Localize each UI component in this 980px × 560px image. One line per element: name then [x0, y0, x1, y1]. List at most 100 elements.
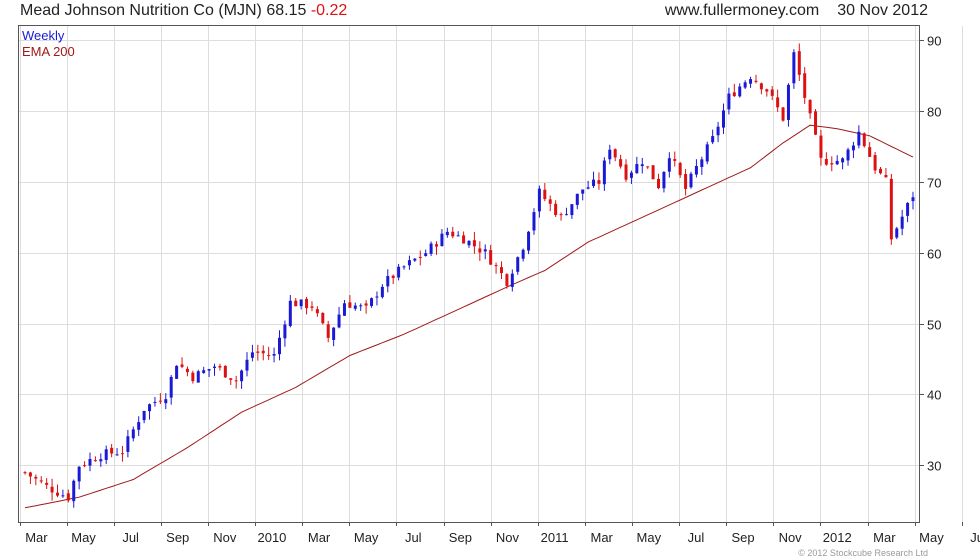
candle-down [559, 212, 563, 221]
x-tick-label: Mar [308, 530, 331, 545]
y-tick-label: 80 [927, 105, 941, 120]
candle-down [646, 166, 650, 169]
candle-up [716, 121, 720, 143]
candle-down [873, 151, 877, 174]
candle-down [110, 444, 114, 458]
candle-down [732, 83, 736, 98]
candle-up [792, 49, 796, 89]
candle-up [137, 416, 141, 437]
candle-up [250, 344, 254, 362]
candle-down [624, 159, 628, 182]
candle-up [342, 299, 346, 317]
candle-down [462, 231, 466, 244]
x-tick-label: Nov [496, 530, 520, 545]
candle-up [272, 347, 276, 363]
x-tick-label: May [71, 530, 96, 545]
candle-up [288, 295, 292, 328]
candle-up [277, 330, 281, 361]
candle-down [435, 241, 439, 255]
candle-down [180, 357, 184, 369]
candle-up [727, 87, 731, 115]
candle-up [608, 144, 612, 165]
candle-up [61, 489, 65, 498]
candle-up [164, 393, 168, 410]
candle-up [564, 207, 568, 216]
candle-up [440, 229, 444, 247]
candle-down [597, 172, 601, 190]
candle-up [380, 284, 384, 299]
candle-down [889, 173, 893, 245]
candle-down [830, 156, 834, 172]
candle-down [315, 306, 319, 317]
candle-up [667, 152, 671, 178]
candle-down [294, 297, 298, 307]
price-chart: 30 40 50 60 70 80 90 Mar May Jul Sep Nov 2010 Mar May J… [18, 25, 980, 545]
x-tick-label: 2010 [257, 530, 286, 545]
candle-up [900, 209, 904, 236]
candle-up [662, 171, 666, 193]
x-tick-label: Jul [688, 530, 705, 545]
candle-up [456, 231, 460, 237]
candle-down [862, 132, 866, 148]
plot-frame [18, 25, 920, 523]
candle-up [846, 147, 850, 166]
x-tick-label: May [919, 530, 944, 545]
candle-up [510, 269, 514, 292]
x-tick-label: May [637, 530, 662, 545]
candle-down [884, 167, 888, 178]
candle-down [814, 109, 818, 136]
candle-up [402, 265, 406, 270]
candle-down [657, 173, 661, 190]
candle-down [797, 43, 801, 81]
candle-down [776, 89, 780, 112]
candle-up [397, 263, 401, 281]
candle-down [472, 232, 476, 254]
candle-down [50, 478, 54, 501]
candle-up [240, 369, 244, 389]
candle-up [895, 226, 899, 240]
candle-down [348, 295, 352, 309]
candle-up [429, 241, 433, 256]
candle-down [218, 363, 222, 371]
candle-down [754, 74, 758, 84]
candle-down [478, 241, 482, 261]
candle-down [256, 344, 260, 361]
legend-label: EMA 200 [22, 44, 75, 59]
candle-down [499, 261, 503, 280]
candle-down [39, 476, 43, 484]
candle-up [592, 171, 596, 188]
candle-down [759, 82, 763, 95]
candle-down [819, 129, 823, 166]
x-tick-label: Sep [731, 530, 754, 545]
candle-down [673, 151, 677, 167]
x-tick-label: Nov [779, 530, 803, 545]
candle-up [213, 363, 217, 376]
candle-down [879, 166, 883, 175]
candle-down [261, 345, 265, 361]
candle-up [749, 76, 753, 88]
candle-down [23, 471, 27, 475]
candle-up [407, 255, 411, 270]
candle-up [738, 83, 742, 98]
x-tick-label: Sep [449, 530, 472, 545]
candle-up [527, 230, 531, 255]
candle-down [391, 274, 395, 285]
x-tick-label: Mar [873, 530, 896, 545]
candle-up [445, 227, 449, 238]
y-tick-label: 30 [927, 459, 941, 474]
candle-up [115, 448, 119, 456]
candle-up [169, 374, 173, 405]
candle-down [229, 377, 233, 385]
candle-up [835, 155, 839, 166]
candle-up [851, 141, 855, 158]
candle-up [142, 410, 146, 424]
x-tick-label: Sep [166, 530, 189, 545]
candle-up [202, 366, 206, 374]
candle-down [34, 474, 38, 486]
candle-down [305, 296, 309, 315]
candle-up [689, 171, 693, 189]
candle-down [234, 375, 238, 389]
x-tick-label: Jul [970, 530, 980, 545]
candle-down [543, 183, 547, 202]
candle-up [700, 156, 704, 175]
